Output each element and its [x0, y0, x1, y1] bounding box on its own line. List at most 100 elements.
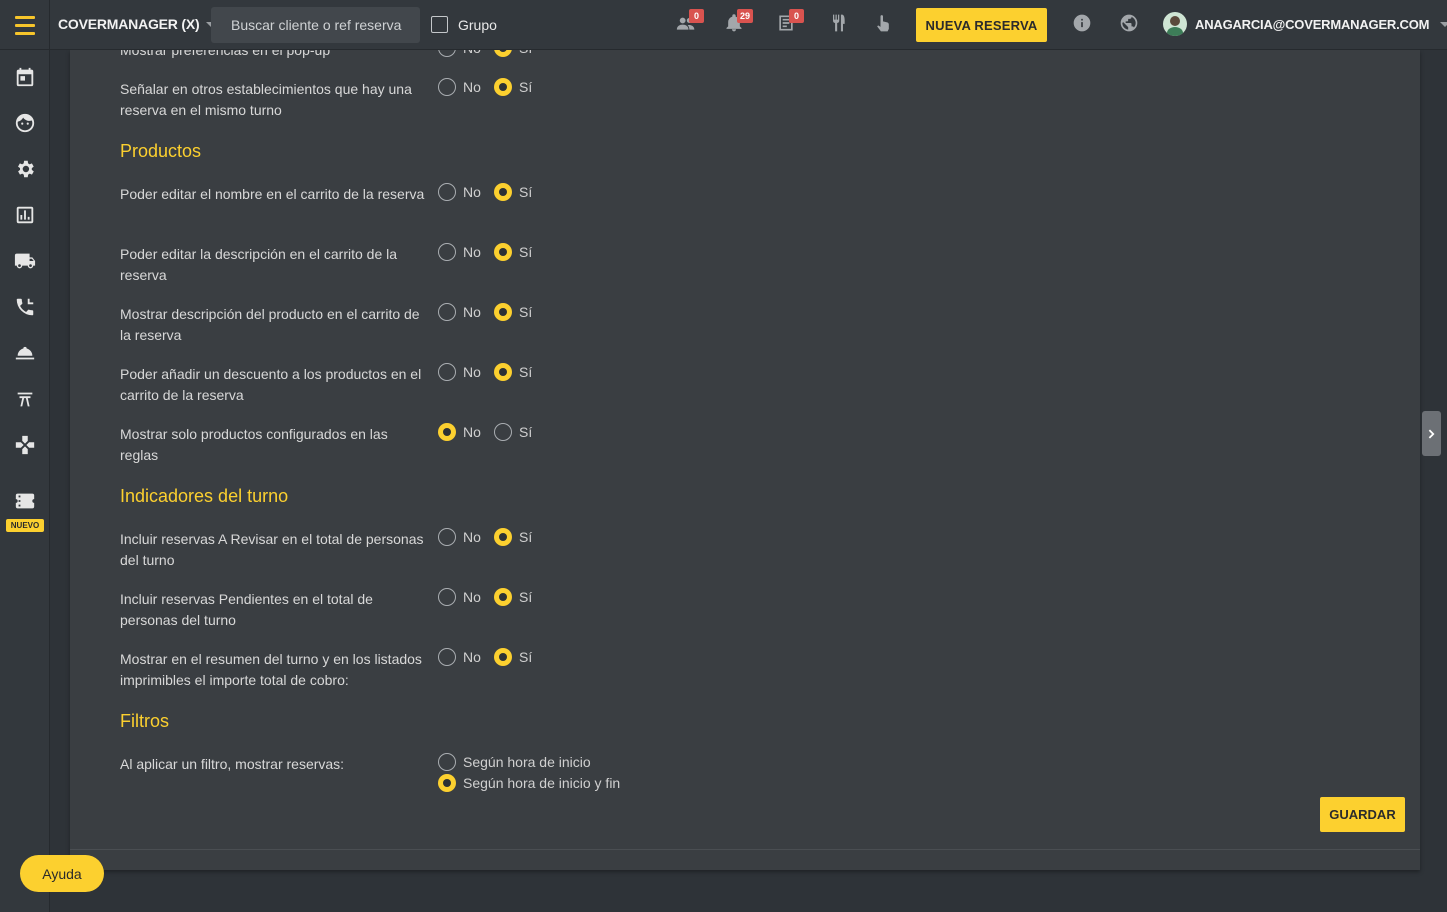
radio-yes[interactable]: [494, 78, 512, 96]
info-button[interactable]: [1072, 13, 1096, 37]
save-button[interactable]: GUARDAR: [1320, 797, 1405, 832]
new-badge: NUEVO: [6, 519, 44, 532]
phone-icon: [16, 298, 34, 316]
sidebar-item-clients[interactable]: [0, 108, 50, 138]
filter-option-start[interactable]: Según hora de inicio: [438, 753, 591, 771]
radio-yes[interactable]: [494, 183, 512, 201]
radio-yes[interactable]: [494, 363, 512, 381]
groups-button[interactable]: 0: [676, 9, 704, 37]
option-yes[interactable]: Sí: [494, 363, 532, 381]
filter-option-start-end[interactable]: Según hora de inicio y fin: [438, 774, 620, 792]
radio-no[interactable]: [438, 183, 456, 201]
option-yes[interactable]: Sí: [494, 648, 532, 666]
section-title-filters: Filtros: [120, 711, 169, 731]
option-no-label: No: [463, 304, 481, 320]
checkbox-icon[interactable]: [431, 16, 448, 33]
option-yes[interactable]: Sí: [494, 588, 532, 606]
touch-button[interactable]: [873, 13, 897, 37]
option-no[interactable]: No: [438, 363, 481, 381]
notifications-badge: 29: [737, 9, 754, 23]
sidebar-item-settings[interactable]: [0, 154, 50, 184]
option-yes-label: Sí: [519, 244, 533, 260]
option-no[interactable]: No: [438, 588, 481, 606]
setting-label: Señalar en otros establecimientos que ha…: [120, 81, 412, 118]
setting-label: Mostrar preferencias en el pop-up: [120, 50, 331, 58]
radio-no[interactable]: [438, 78, 456, 96]
chevron-down-icon: [1440, 21, 1447, 27]
restaurant-selector[interactable]: COVERMANAGER (X): [58, 16, 217, 32]
notifications-button[interactable]: 29: [724, 9, 754, 37]
cloche-icon: [15, 346, 35, 360]
option-no[interactable]: No: [438, 423, 481, 441]
radio-filter-start-end[interactable]: [438, 774, 456, 792]
option-yes[interactable]: Sí: [494, 78, 532, 96]
option-yes-label: Sí: [519, 79, 533, 95]
user-email: ANAGARCIA@COVERMANAGER.COM: [1195, 16, 1430, 32]
option-no[interactable]: No: [438, 78, 481, 96]
option-no[interactable]: No: [438, 528, 481, 546]
language-button[interactable]: [1119, 13, 1143, 37]
sidebar-item-stats[interactable]: [0, 200, 50, 230]
radio-yes[interactable]: [494, 528, 512, 546]
option-yes[interactable]: Sí: [494, 50, 532, 57]
chevron-right-icon: [1428, 429, 1434, 438]
radio-no[interactable]: [438, 588, 456, 606]
radio-no[interactable]: [438, 648, 456, 666]
restaurant-button[interactable]: [828, 13, 852, 37]
sidebar-item-delivery[interactable]: [0, 246, 50, 276]
option-no[interactable]: No: [438, 183, 481, 201]
radio-no[interactable]: [438, 50, 456, 57]
groups-badge: 0: [689, 9, 704, 23]
setting-label: Al aplicar un filtro, mostrar reservas:: [120, 756, 345, 772]
help-button[interactable]: Ayuda: [20, 855, 104, 892]
option-yes-label: Sí: [519, 364, 533, 380]
sidebar-item-tables[interactable]: [0, 384, 50, 414]
tasks-badge: 0: [789, 9, 804, 23]
expand-panel-button[interactable]: [1422, 411, 1441, 456]
option-yes[interactable]: Sí: [494, 243, 532, 261]
sidebar-item-games[interactable]: [0, 430, 50, 460]
option-yes[interactable]: Sí: [494, 303, 532, 321]
radio-no[interactable]: [438, 528, 456, 546]
sidebar-item-calendar[interactable]: [0, 62, 50, 92]
option-yes[interactable]: Sí: [494, 183, 532, 201]
search-input[interactable]: Buscar cliente o ref reserva: [211, 7, 420, 43]
option-no[interactable]: No: [438, 648, 481, 666]
group-checkbox[interactable]: Grupo: [431, 16, 497, 33]
setting-label: Poder editar la descripción en el carrit…: [120, 246, 398, 283]
new-reservation-button[interactable]: NUEVA RESERVA: [916, 8, 1047, 42]
radio-filter-start[interactable]: [438, 753, 456, 771]
option-no-label: No: [463, 424, 481, 440]
settings-panel: Mostrar preferencias en el pop-up No Sí …: [70, 50, 1420, 870]
option-no[interactable]: No: [438, 243, 481, 261]
radio-yes[interactable]: [494, 243, 512, 261]
option-yes-label: Sí: [519, 304, 533, 320]
radio-no[interactable]: [438, 243, 456, 261]
avatar: [1163, 12, 1187, 36]
sidebar-item-tickets[interactable]: [0, 486, 50, 516]
tasks-button[interactable]: 0: [776, 9, 804, 37]
radio-yes[interactable]: [494, 423, 512, 441]
sidebar-item-service[interactable]: [0, 338, 50, 368]
radio-yes[interactable]: [494, 588, 512, 606]
radio-yes[interactable]: [494, 648, 512, 666]
radio-no[interactable]: [438, 423, 456, 441]
hand-touch-icon: [877, 15, 889, 32]
radio-yes[interactable]: [494, 303, 512, 321]
option-yes[interactable]: Sí: [494, 528, 532, 546]
filter-option-start-label: Según hora de inicio: [463, 754, 591, 770]
option-no[interactable]: No: [438, 303, 481, 321]
setting-label: Incluir reservas A Revisar en el total d…: [120, 531, 424, 568]
restaurant-name: COVERMANAGER (X): [58, 16, 200, 32]
sidebar-item-calls[interactable]: [0, 292, 50, 322]
radio-no[interactable]: [438, 363, 456, 381]
option-yes[interactable]: Sí: [494, 423, 532, 441]
user-menu[interactable]: ANAGARCIA@COVERMANAGER.COM: [1163, 12, 1447, 36]
radio-no[interactable]: [438, 303, 456, 321]
option-no[interactable]: No: [438, 50, 481, 57]
option-yes-label: Sí: [519, 50, 532, 56]
top-bar: COVERMANAGER (X) Buscar cliente o ref re…: [0, 0, 1447, 50]
hamburger-menu-icon[interactable]: [0, 0, 50, 50]
client-face-icon: [15, 113, 35, 133]
radio-yes[interactable]: [494, 50, 512, 57]
